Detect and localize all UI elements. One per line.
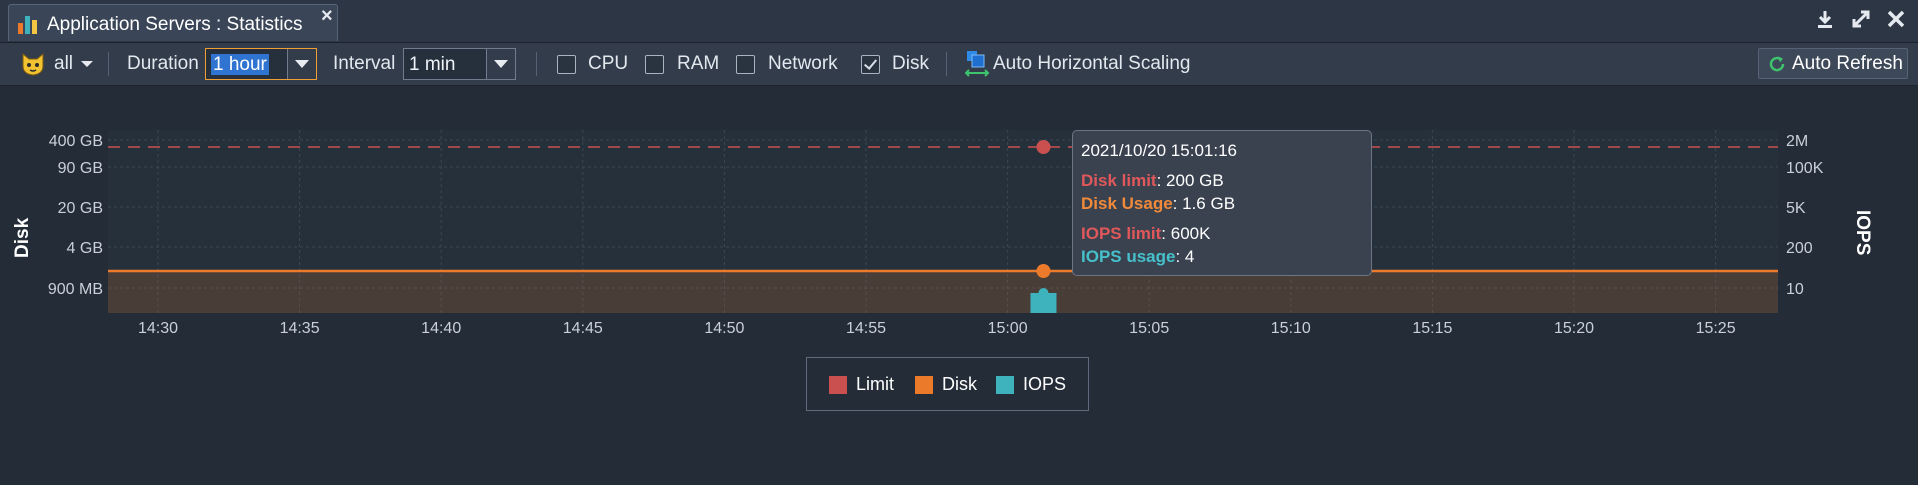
iops-point: [1038, 288, 1049, 298]
y-left-tick-label: 900 MB: [48, 281, 103, 298]
y-left-tick-label: 90 GB: [58, 160, 103, 177]
close-icon[interactable]: ×: [321, 5, 333, 28]
interval-select[interactable]: 1 min: [403, 48, 516, 80]
y-left-tick-label: 20 GB: [58, 200, 103, 217]
refresh-icon: [1769, 56, 1785, 72]
x-tick-label: 15:15: [1412, 320, 1452, 337]
dropdown-arrow-icon[interactable]: [486, 49, 515, 79]
disk-label[interactable]: Disk: [892, 43, 929, 85]
x-tick-label: 14:45: [563, 320, 603, 337]
x-tick-label: 15:10: [1271, 320, 1311, 337]
ram-label[interactable]: RAM: [677, 43, 719, 85]
scaling-icon: [965, 51, 990, 77]
tooltip-iops-limit: IOPS limit: 600K: [1081, 224, 1210, 244]
tooltip-disk-limit-value: : 200 GB: [1156, 171, 1224, 190]
tooltip-iops-limit-label: IOPS limit: [1081, 224, 1162, 243]
window-close-icon[interactable]: [1883, 6, 1909, 32]
plot-area: [108, 130, 1778, 313]
y-right-tick-label: 100K: [1786, 160, 1824, 177]
chart-marks: [108, 140, 1778, 313]
x-tick-label: 14:30: [138, 320, 178, 337]
chart-ticks: 14:30 14:35 14:40 14:45 14:50 14:55 15:00 15:05…: [48, 133, 1824, 337]
x-tick-label: 14:50: [704, 320, 744, 337]
legend-item-iops[interactable]: IOPS: [996, 374, 1066, 395]
duration-select[interactable]: 1 hour: [205, 48, 317, 80]
refresh-label: Auto Refresh: [1792, 53, 1903, 74]
scaling-label: Auto Horizontal Scaling: [993, 53, 1191, 74]
auto-horizontal-scaling-button[interactable]: Auto Horizontal Scaling: [965, 43, 1191, 85]
y-right-tick-label: 5K: [1786, 200, 1806, 217]
tab-title: Application Servers : Statistics: [47, 14, 303, 35]
separator: [108, 52, 109, 76]
tooltip-disk-usage-label: Disk Usage: [1081, 194, 1173, 213]
tooltip-disk-usage-value: : 1.6 GB: [1172, 194, 1236, 213]
network-label[interactable]: Network: [768, 43, 838, 85]
tab-bar: Application Servers : Statistics ×: [0, 0, 1918, 43]
x-tick-label: 15:25: [1696, 320, 1736, 337]
y-left-tick-label: 4 GB: [67, 240, 103, 257]
y-axis-left-title: Disk: [12, 217, 33, 258]
iops-bar: [1030, 293, 1057, 313]
separator: [536, 52, 537, 76]
download-icon[interactable]: [1812, 6, 1838, 32]
tooltip-iops-usage-value: : 4: [1175, 247, 1195, 266]
y-right-tick-label: 2M: [1786, 133, 1808, 150]
node-selector[interactable]: all: [20, 43, 94, 85]
disk-point: [1036, 264, 1051, 278]
dropdown-arrow-icon[interactable]: [287, 49, 316, 79]
network-checkbox[interactable]: [736, 55, 755, 74]
legend-label-disk: Disk: [942, 374, 977, 394]
auto-refresh-button[interactable]: Auto Refresh: [1758, 48, 1908, 79]
duration-value: 1 hour: [211, 54, 269, 75]
tooltip-disk-limit: Disk limit: 200 GB: [1081, 171, 1224, 191]
x-tick-label: 15:20: [1554, 320, 1594, 337]
tooltip-iops-usage-label: IOPS usage: [1081, 247, 1176, 266]
chart-legend: Limit Disk IOPS: [806, 357, 1089, 411]
expand-icon[interactable]: [1848, 6, 1874, 32]
disk-area: [108, 271, 1778, 313]
interval-label: Interval: [333, 53, 396, 74]
chevron-down-icon: [81, 61, 94, 67]
ram-checkbox[interactable]: [645, 55, 664, 74]
legend-swatch-iops: [996, 375, 1014, 394]
x-tick-label: 15:05: [1129, 320, 1169, 337]
y-right-tick-label: 200: [1786, 240, 1813, 257]
separator: [946, 52, 947, 76]
y-axis-right-title: IOPS: [1852, 210, 1873, 256]
tooltip-iops-usage: IOPS usage: 4: [1081, 247, 1194, 267]
x-tick-label: 14:40: [421, 320, 461, 337]
tooltip-iops-limit-value: : 600K: [1161, 224, 1211, 243]
x-tick-label: 14:35: [280, 320, 320, 337]
legend-item-limit[interactable]: Limit: [829, 374, 894, 395]
legend-item-disk[interactable]: Disk: [915, 374, 977, 395]
interval-value: 1 min: [409, 54, 456, 75]
tooltip-disk-usage: Disk Usage: 1.6 GB: [1081, 194, 1235, 214]
tab-statistics[interactable]: Application Servers : Statistics ×: [8, 4, 338, 41]
x-tick-label: 14:55: [846, 320, 886, 337]
chart-grid: [108, 130, 1778, 313]
chart-tooltip: 2021/10/20 15:01:16 Disk limit: 200 GB D…: [1072, 130, 1372, 276]
tooltip-date: 2021/10/20 15:01:16: [1081, 141, 1237, 160]
cat-icon: [22, 52, 44, 76]
legend-swatch-limit: [829, 375, 847, 394]
cpu-label[interactable]: CPU: [588, 43, 628, 85]
duration-label: Duration: [127, 53, 199, 74]
legend-label-iops: IOPS: [1023, 374, 1067, 394]
y-left-tick-label: 400 GB: [49, 133, 103, 150]
legend-label-limit: Limit: [856, 374, 895, 394]
toolbar: all Duration 1 hour Interval 1 min CPU R…: [0, 43, 1918, 86]
y-right-tick-label: 10: [1786, 281, 1804, 298]
limit-point: [1036, 140, 1051, 154]
tooltip-disk-limit-label: Disk limit: [1081, 171, 1157, 190]
disk-checkbox[interactable]: [861, 55, 880, 74]
node-selector-label: all: [54, 53, 74, 74]
x-tick-label: 15:00: [988, 320, 1028, 337]
legend-swatch-disk: [915, 375, 933, 394]
chart-icon: [18, 16, 37, 34]
cpu-checkbox[interactable]: [557, 55, 576, 74]
